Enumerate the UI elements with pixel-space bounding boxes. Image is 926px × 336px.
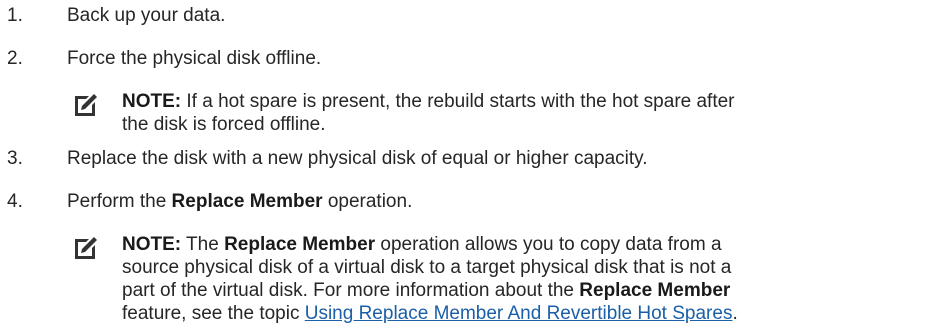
note-line: the disk is forced offline. [122, 114, 326, 135]
step-text: Replace the disk with a new physical dis… [67, 148, 648, 169]
note-label: NOTE: [122, 234, 182, 255]
bold-term: Replace Member [171, 191, 323, 212]
step-text: Back up your data. [67, 5, 226, 26]
note-line: feature, see the topic Using Replace Mem… [122, 303, 738, 324]
note-line: part of the virtual disk. For more infor… [122, 280, 731, 301]
note-1: NOTE: If a hot spare is present, the reb… [122, 90, 735, 136]
topic-link[interactable]: Using Replace Member And Revertible Hot … [305, 303, 733, 324]
note-line: source physical disk of a virtual disk t… [122, 257, 732, 278]
step-number: 1. [7, 5, 23, 26]
pencil-note-icon [75, 237, 97, 259]
note-line: NOTE: The Replace Member operation allow… [122, 234, 722, 255]
note-line: NOTE: If a hot spare is present, the reb… [122, 90, 735, 113]
step-number: 4. [7, 191, 23, 212]
bold-term: Replace Member [224, 234, 376, 255]
note-2: NOTE: The Replace Member operation allow… [122, 233, 738, 325]
step-number: 2. [7, 48, 23, 69]
procedure-document: 1. Back up your data. 2. Force the physi… [0, 0, 926, 336]
step-number: 3. [7, 148, 23, 169]
note-label: NOTE: [122, 91, 182, 112]
bold-term: Replace Member [579, 280, 731, 301]
step-text: Force the physical disk offline. [67, 48, 322, 69]
note-text: If a hot spare is present, the rebuild s… [181, 91, 735, 112]
pencil-note-icon [75, 94, 97, 116]
step-text: Perform the Replace Member operation. [67, 191, 413, 212]
